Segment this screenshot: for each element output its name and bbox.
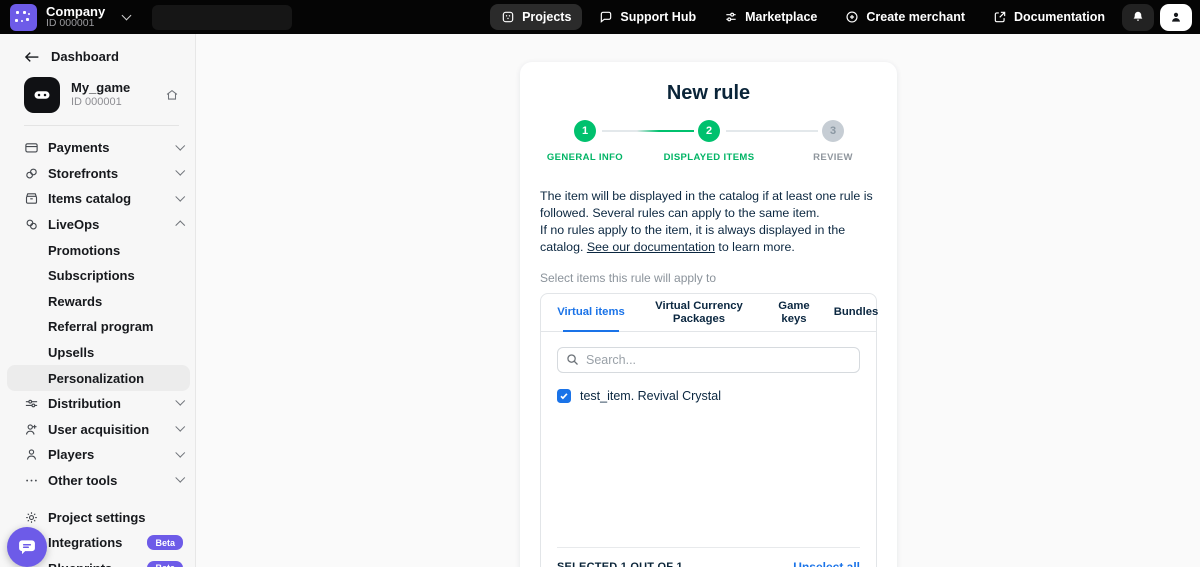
tab-bundles[interactable]: Bundles	[825, 294, 887, 331]
chevron-down-icon	[175, 473, 184, 482]
search-input[interactable]	[557, 347, 860, 373]
tab-virtual-currency-packages[interactable]: Virtual Currency Packages	[635, 294, 763, 331]
gamepad-icon	[24, 77, 60, 113]
nav-projects[interactable]: Projects	[490, 4, 582, 30]
back-label: Dashboard	[51, 49, 119, 64]
sidebar-item-upsells[interactable]: Upsells	[0, 340, 195, 366]
payments-icon	[24, 140, 40, 155]
nav-label: Support Hub	[620, 10, 696, 24]
step-1-circle: 1	[574, 120, 596, 142]
sidebar-item-distribution[interactable]: Distribution	[0, 391, 195, 417]
players-icon	[24, 447, 40, 462]
chevron-down-icon	[175, 140, 184, 149]
chevron-down-icon	[175, 396, 184, 405]
chat-bubble-icon	[17, 537, 37, 557]
chevron-down-icon	[175, 192, 184, 201]
chevron-down-icon[interactable]	[122, 11, 132, 21]
sidebar-item-storefronts[interactable]: Storefronts	[0, 161, 195, 187]
items-catalog-icon	[24, 191, 40, 206]
rule-description: The item will be displayed in the catalo…	[540, 188, 877, 256]
nav-create-merchant[interactable]: Create merchant	[834, 4, 976, 30]
stepper: 1 2 3 GENERAL INFO DISPLAYED ITEMS REVIE…	[540, 120, 877, 172]
step-3-circle: 3	[822, 120, 844, 142]
projects-icon	[501, 10, 515, 24]
step-2-circle: 2	[698, 120, 720, 142]
chevron-down-icon	[175, 422, 184, 431]
user-acquisition-icon	[24, 422, 40, 437]
sidebar-item-user-acquisition[interactable]: User acquisition	[0, 417, 195, 443]
list-item[interactable]: test_item. Revival Crystal	[557, 389, 860, 403]
support-hub-icon	[599, 10, 613, 24]
ellipsis-icon	[24, 473, 40, 488]
nav-documentation[interactable]: Documentation	[982, 4, 1116, 30]
modal-title: New rule	[540, 82, 877, 105]
documentation-icon	[993, 10, 1007, 24]
step-connector	[602, 130, 694, 132]
notifications-button[interactable]	[1122, 4, 1154, 31]
company-logo-icon[interactable]	[10, 4, 37, 31]
sidebar-item-project-settings[interactable]: Project settings	[0, 504, 195, 530]
sidebar-item-payments[interactable]: Payments	[0, 135, 195, 161]
home-icon[interactable]	[165, 88, 179, 102]
sidebar-item-rewards[interactable]: Rewards	[0, 289, 195, 315]
new-rule-card: New rule 1 2 3 GENERAL INFO DISPLAYED IT…	[520, 62, 897, 567]
gear-icon	[24, 510, 40, 525]
topbar: Company ID 000001 Projects Support Hub M…	[0, 0, 1200, 34]
company-name: Company	[46, 5, 105, 19]
back-to-dashboard[interactable]: Dashboard	[0, 34, 195, 64]
chevron-up-icon	[175, 221, 184, 230]
marketplace-icon	[724, 10, 738, 24]
project-switcher-placeholder	[152, 5, 292, 30]
company-switcher[interactable]: Company ID 000001	[46, 5, 105, 30]
tab-virtual-items[interactable]: Virtual items	[547, 294, 635, 331]
selected-count: SELECTED 1 OUT OF 1	[557, 561, 683, 567]
sidebar-item-referral-program[interactable]: Referral program	[0, 314, 195, 340]
items-panel: Virtual items Virtual Currency Packages …	[540, 293, 877, 567]
project-card[interactable]: My_game ID 000001	[24, 77, 179, 126]
sidebar-item-other-tools[interactable]: Other tools	[0, 468, 195, 494]
distribution-icon	[24, 396, 40, 411]
sidebar-item-personalization[interactable]: Personalization	[7, 365, 190, 391]
sidebar-item-subscriptions[interactable]: Subscriptions	[0, 263, 195, 289]
chevron-down-icon	[175, 166, 184, 175]
nav-label: Marketplace	[745, 10, 817, 24]
chat-widget-button[interactable]	[7, 527, 47, 567]
account-button[interactable]	[1160, 4, 1192, 31]
nav-marketplace[interactable]: Marketplace	[713, 4, 828, 30]
storefronts-icon	[24, 166, 40, 181]
liveops-icon	[24, 217, 40, 232]
step-2-label: DISPLAYED ITEMS	[664, 152, 755, 163]
search-icon	[565, 352, 580, 367]
sidebar: Dashboard My_game ID 000001 Payments Sto…	[0, 34, 196, 567]
beta-badge: Beta	[147, 535, 183, 550]
company-id: ID 000001	[46, 18, 105, 29]
checkbox-checked-icon[interactable]	[557, 389, 571, 403]
bell-icon	[1131, 10, 1145, 24]
project-id: ID 000001	[71, 96, 130, 109]
sidebar-item-promotions[interactable]: Promotions	[0, 237, 195, 263]
beta-badge: Beta	[147, 561, 183, 567]
sidebar-item-liveops[interactable]: LiveOps	[0, 212, 195, 238]
nav-label: Documentation	[1014, 10, 1105, 24]
sidebar-item-items-catalog[interactable]: Items catalog	[0, 186, 195, 212]
nav-support-hub[interactable]: Support Hub	[588, 4, 707, 30]
chevron-down-icon	[175, 447, 184, 456]
item-type-tabs: Virtual items Virtual Currency Packages …	[541, 294, 876, 332]
nav-label: Create merchant	[866, 10, 965, 24]
step-connector	[726, 130, 818, 132]
item-label: test_item. Revival Crystal	[580, 389, 721, 403]
documentation-link[interactable]: See our documentation	[587, 240, 715, 254]
arrow-left-icon	[24, 51, 39, 63]
create-merchant-icon	[845, 10, 859, 24]
select-items-label: Select items this rule will apply to	[540, 271, 877, 285]
sidebar-item-players[interactable]: Players	[0, 442, 195, 468]
step-1-label: GENERAL INFO	[547, 152, 623, 163]
step-3-label: REVIEW	[813, 152, 853, 163]
unselect-all-link[interactable]: Unselect all	[793, 560, 860, 567]
project-name: My_game	[71, 81, 130, 96]
nav-label: Projects	[522, 10, 571, 24]
user-avatar-icon	[1169, 10, 1183, 24]
tab-game-keys[interactable]: Game keys	[763, 294, 825, 331]
